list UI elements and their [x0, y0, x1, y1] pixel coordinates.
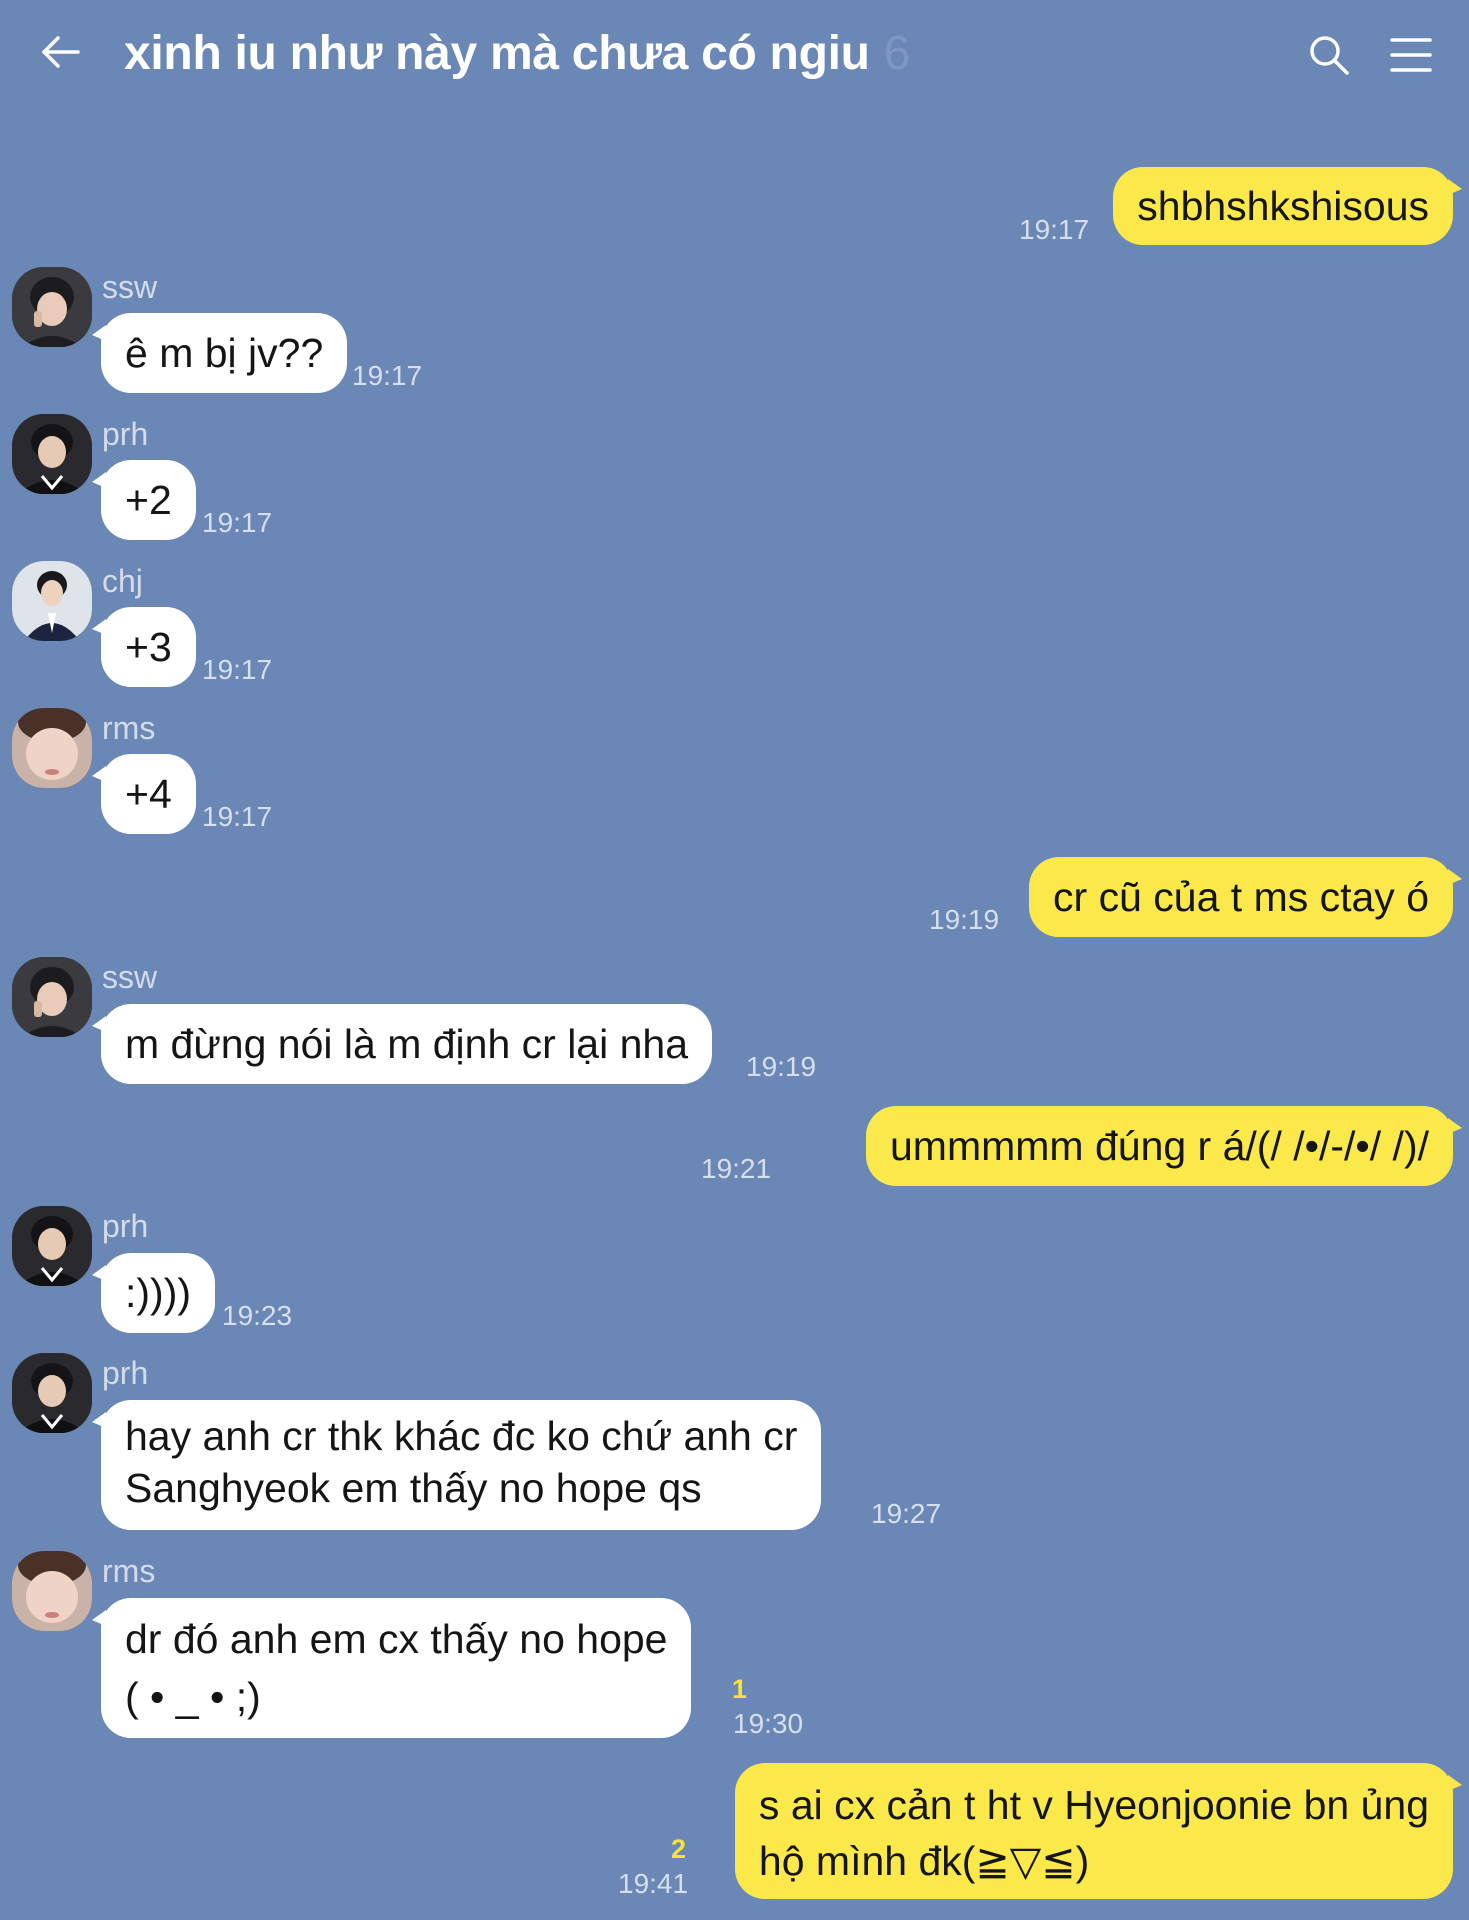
message-text: m đừng nói là m định cr lại nha — [125, 1021, 689, 1067]
avatar-prh[interactable] — [12, 1353, 92, 1433]
message-bubble-incoming[interactable]: +4 — [92, 754, 196, 834]
sender-name: ssw — [102, 269, 158, 305]
sender-name: prh — [102, 1355, 149, 1391]
avatar-rms[interactable] — [12, 1551, 92, 1631]
message-text-line: ( • _ • ;) — [125, 1674, 261, 1720]
message-text-line: s ai cx cản t ht v Hyeonjoonie bn ủng — [758, 1782, 1429, 1828]
message-bubble-incoming[interactable]: hay anh cr thk khác đc ko chứ anh cr San… — [91, 1400, 822, 1530]
sender-name: chj — [102, 563, 143, 599]
message-text: shbhshkshisous — [1137, 183, 1429, 229]
message-time: 19:19 — [929, 904, 1000, 935]
avatar-prh[interactable] — [12, 1206, 92, 1286]
member-count: 6 — [883, 27, 911, 80]
unread-count: 2 — [671, 1834, 687, 1864]
message-bubble-outgoing[interactable]: s ai cx cản t ht v Hyeonjoonie bn ủng hộ… — [734, 1763, 1463, 1899]
message-bubble-incoming[interactable]: +3 — [92, 607, 196, 687]
message-time: 19:30 — [733, 1708, 804, 1739]
avatar-ssw[interactable] — [12, 267, 92, 347]
message-bubble-outgoing[interactable]: shbhshkshisous — [1113, 167, 1462, 245]
message-bubble-incoming[interactable]: dr đó anh em cx thấy no hope ( • _ • ;) — [91, 1598, 692, 1738]
message-text: +3 — [125, 624, 172, 670]
message-bubble-incoming[interactable]: :)))) — [91, 1253, 216, 1333]
message-bubble-incoming[interactable]: +2 — [92, 460, 196, 540]
chat-title: xinh iu như này mà chưa có ngiu 6 — [124, 26, 910, 81]
message-time: 19:19 — [746, 1051, 817, 1082]
message-time: 19:21 — [701, 1153, 772, 1184]
message-bubble-outgoing[interactable]: ummmmm đúng r á/(/ /•/-/•/ /)/ — [866, 1106, 1462, 1186]
message-text: +4 — [125, 771, 172, 817]
message-time: 19:17 — [352, 360, 423, 391]
message-time: 19:17 — [202, 507, 273, 538]
avatar-chj[interactable] — [12, 561, 92, 641]
unread-count: 1 — [732, 1674, 748, 1704]
message-time: 19:17 — [1019, 214, 1090, 245]
message-text-line: Sanghyeok em thấy no hope qs — [125, 1465, 702, 1511]
message-text-line: dr đó anh em cx thấy no hope — [125, 1616, 668, 1662]
message-bubble-outgoing[interactable]: cr cũ của t ms ctay ó — [1029, 857, 1462, 937]
message-text: :)))) — [125, 1270, 192, 1316]
message-text: ummmmm đúng r á/(/ /•/-/•/ /)/ — [890, 1123, 1429, 1169]
avatar-rms[interactable] — [12, 708, 92, 788]
message-time: 19:17 — [202, 654, 273, 685]
chat-title-text: xinh iu như này mà chưa có ngiu — [124, 27, 870, 80]
message-text: ê m bị jv?? — [125, 330, 324, 376]
sender-name: prh — [102, 416, 149, 452]
sender-name: prh — [102, 1208, 149, 1244]
message-text-line: hộ mình đk(≧▽≦) — [758, 1838, 1090, 1884]
sender-name: ssw — [102, 959, 158, 995]
message-bubble-incoming[interactable]: ê m bị jv?? — [91, 313, 348, 393]
message-time: 19:27 — [871, 1498, 942, 1529]
message-text: +2 — [125, 477, 172, 523]
message-time: 19:41 — [618, 1868, 689, 1899]
sender-name: rms — [102, 710, 156, 746]
menu-icon[interactable] — [1390, 36, 1432, 74]
avatar-prh[interactable] — [12, 414, 92, 494]
sender-name: rms — [102, 1553, 156, 1589]
message-time: 19:23 — [222, 1300, 293, 1331]
message-time: 19:17 — [202, 801, 273, 832]
chat-header: xinh iu như này mà chưa có ngiu 6 — [0, 0, 1469, 115]
message-bubble-incoming[interactable]: m đừng nói là m định cr lại nha — [91, 1004, 713, 1084]
search-icon[interactable] — [1308, 34, 1350, 76]
message-text: cr cũ của t ms ctay ó — [1053, 874, 1429, 920]
back-arrow-icon[interactable] — [38, 30, 82, 74]
avatar-ssw[interactable] — [12, 957, 92, 1037]
message-text-line: hay anh cr thk khác đc ko chứ anh cr — [125, 1413, 798, 1459]
